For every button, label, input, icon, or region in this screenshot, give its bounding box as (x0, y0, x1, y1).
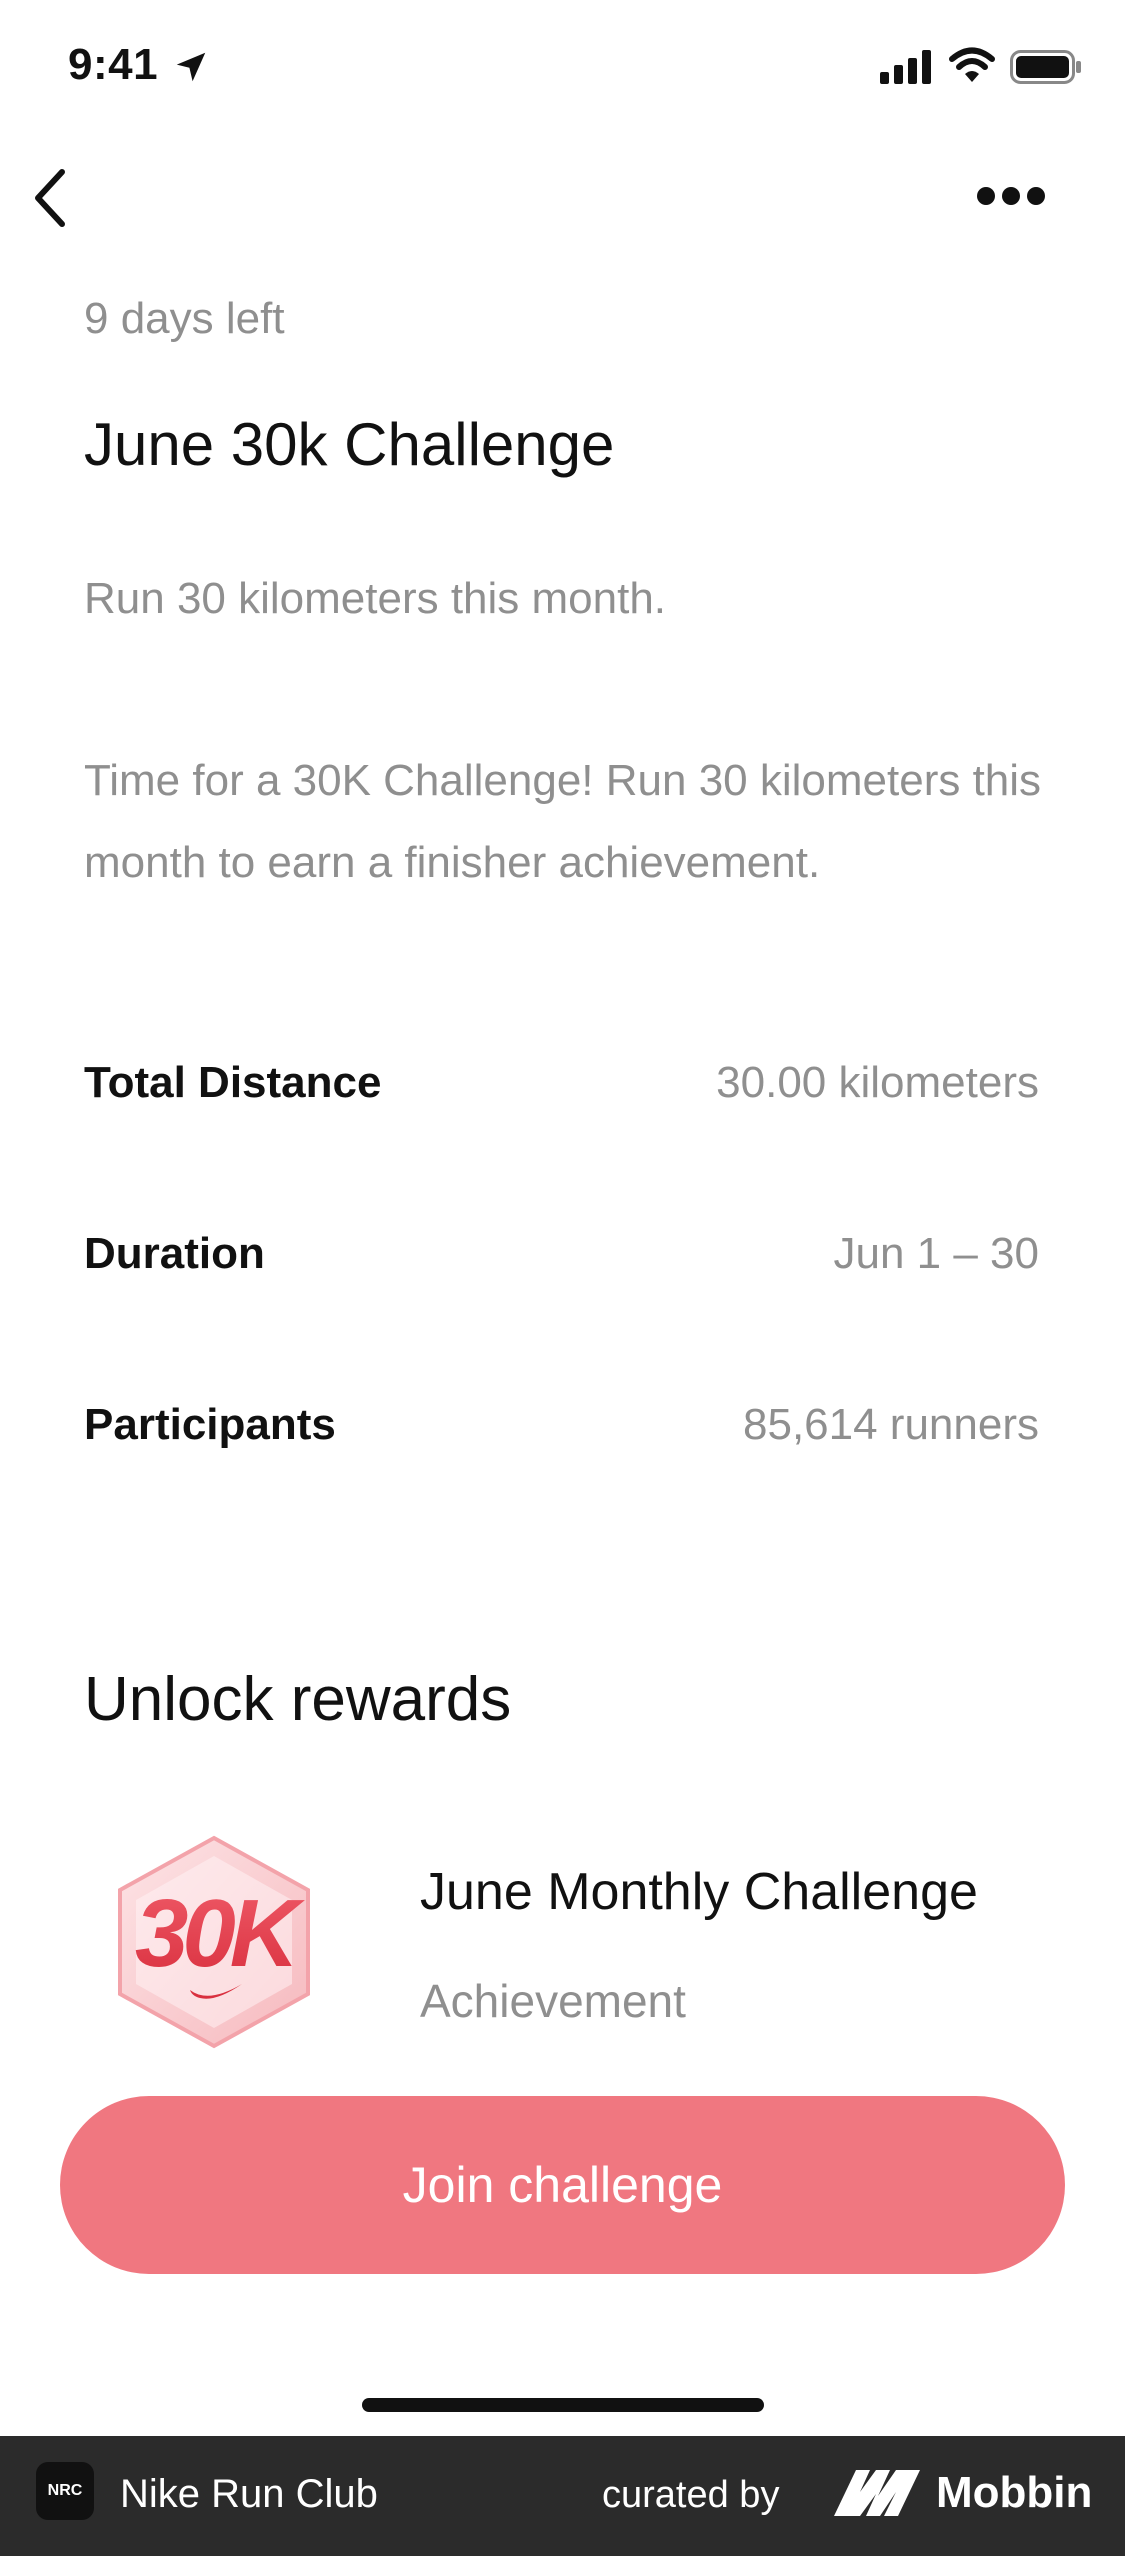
challenge-description: Time for a 30K Challenge! Run 30 kilomet… (84, 756, 1042, 887)
challenge-subtitle: Run 30 kilometers this month. (84, 574, 667, 623)
status-time: 9:41 (68, 40, 159, 89)
mobbin-brand: Mobbin (936, 2468, 1093, 2517)
total-distance-label: Total Distance (84, 1058, 382, 1107)
app-icon: NRC (36, 2462, 94, 2520)
location-arrow-icon (176, 52, 206, 82)
days-left-label: 9 days left (84, 294, 285, 343)
reward-subtitle: Achievement (420, 1975, 686, 2027)
reward-title: June Monthly Challenge (420, 1863, 978, 1921)
signal-icon (880, 50, 931, 84)
wifi-icon (949, 47, 995, 82)
join-challenge-button[interactable]: Join challenge (60, 2096, 1065, 2274)
home-indicator[interactable] (362, 2398, 764, 2412)
more-options-button[interactable] (966, 168, 1056, 224)
more-horizontal-icon (977, 187, 1045, 205)
duration-label: Duration (84, 1229, 265, 1278)
badge-text: 30K (135, 1880, 306, 1987)
duration-value: Jun 1 – 30 (833, 1229, 1040, 1278)
mobbin-logo-icon (834, 2470, 920, 2516)
curated-by-label: curated by (602, 2474, 780, 2516)
challenge-title: June 30k Challenge (84, 411, 615, 478)
app-name: Nike Run Club (120, 2472, 378, 2516)
total-distance-value: 30.00 kilometers (716, 1058, 1039, 1107)
battery-icon (1010, 50, 1081, 84)
participants-value: 85,614 runners (743, 1400, 1039, 1449)
back-button[interactable] (18, 162, 82, 234)
participants-label: Participants (84, 1400, 336, 1449)
rewards-section-title: Unlock rewards (84, 1665, 512, 1734)
achievement-badge[interactable]: 30K (108, 1834, 320, 2050)
